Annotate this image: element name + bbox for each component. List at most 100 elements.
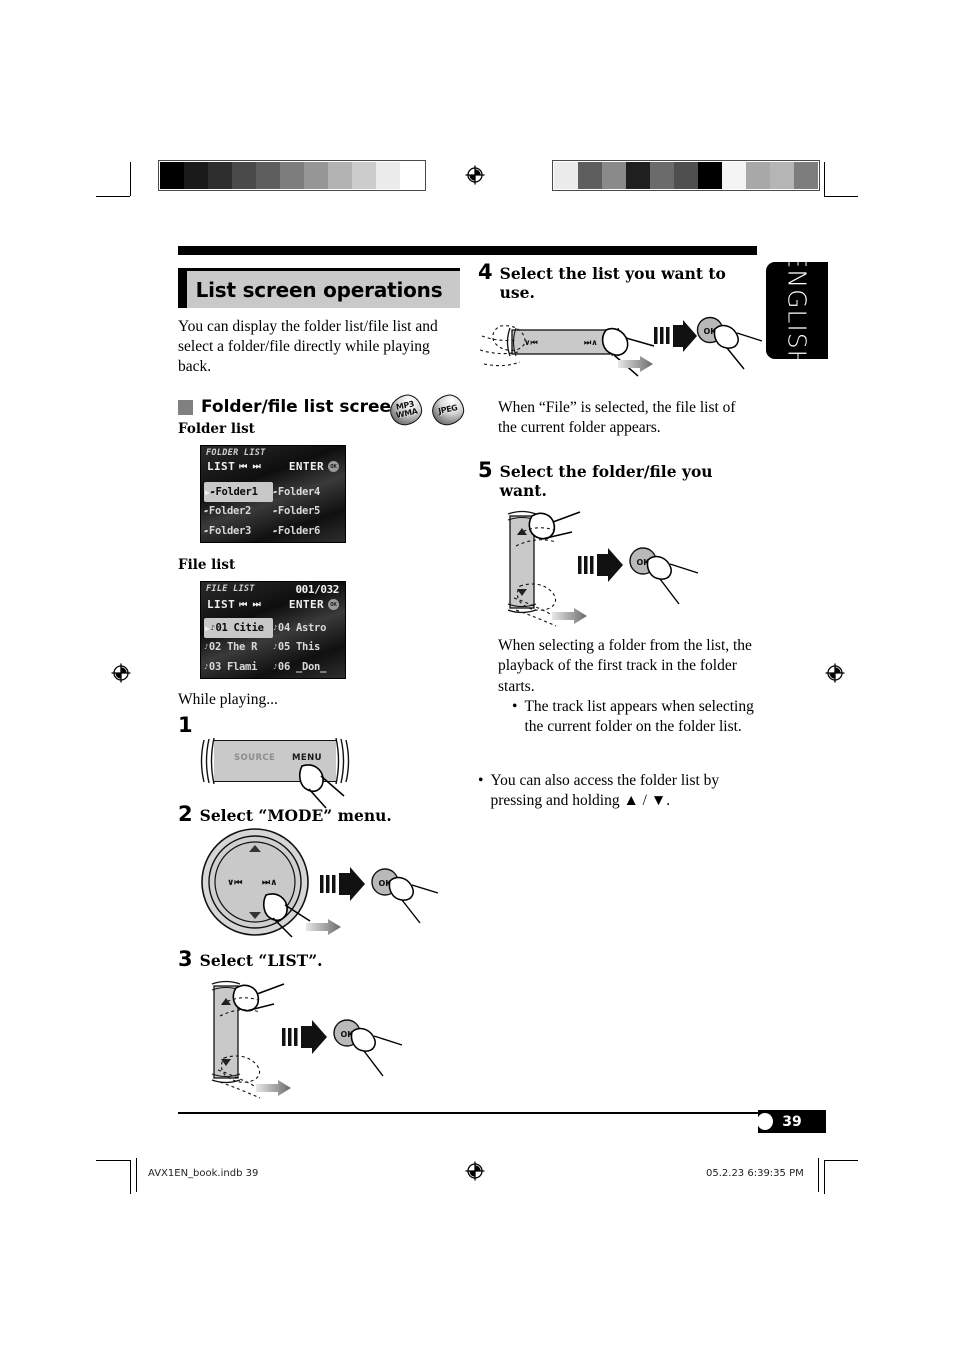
crop-mark	[824, 196, 858, 197]
list-label: LIST	[207, 598, 236, 612]
step-5-sub-bullet: • The track list appears when selecting …	[512, 697, 758, 737]
ok-button-icon[interactable]: OK	[368, 867, 444, 929]
crop-mark	[130, 1160, 131, 1194]
format-badges: MP3 WMA JPEG	[387, 392, 467, 429]
footer-filename: AVX1EN_book.indb 39	[148, 1168, 259, 1179]
motion-hand-outline	[479, 325, 526, 367]
calibration-swatch	[746, 162, 770, 189]
list-item[interactable]: ♪ 02 The R	[204, 638, 273, 657]
left-column: List screen operations You can display t…	[178, 268, 467, 1104]
step-number: 2	[178, 802, 193, 827]
list-item[interactable]: ♪ 06 _Don_	[273, 657, 342, 676]
bullet-text: The track list appears when selecting th…	[524, 697, 754, 735]
page-number-bar: 39	[757, 1110, 826, 1133]
step-caption: Select “LIST”.	[199, 951, 323, 971]
step-number: 4	[478, 260, 493, 284]
manual-page: List screen operations You can display t…	[0, 0, 954, 1351]
list-item[interactable]: ▰ Folder4	[273, 482, 342, 501]
ok-button-icon[interactable]: OK	[626, 546, 704, 610]
list-item[interactable]: ▰ Folder6	[273, 521, 342, 540]
ok-icon: OK	[328, 461, 339, 473]
calibration-swatch	[256, 162, 280, 189]
list-item[interactable]: ♪ 03 Flami	[204, 657, 273, 676]
calibration-swatch	[722, 162, 746, 189]
ok-button-icon[interactable]: OK	[694, 316, 766, 374]
proceed-arrow-icon	[282, 1020, 327, 1055]
faceplate-illustration: SOURCE MENU	[200, 738, 350, 809]
step-4-illustration: ∨⏮ ⏭∧ OK	[478, 306, 763, 384]
source-button-label: SOURCE	[234, 753, 276, 764]
enter-label: ENTER	[288, 598, 324, 612]
intro-text: You can display the folder list/file lis…	[178, 318, 438, 376]
calibration-swatch	[328, 162, 352, 189]
step-3-illustration: OK	[178, 974, 460, 1104]
bullet-text: You can also access the folder list by p…	[490, 771, 720, 810]
calibration-swatch	[376, 162, 400, 189]
step-number: 1	[178, 713, 193, 738]
language-tab: ENGLISH	[766, 252, 828, 369]
footer-rule	[136, 1158, 137, 1192]
step-1: 1	[178, 715, 460, 736]
calibration-swatch	[352, 162, 376, 189]
registration-mark	[824, 662, 846, 684]
crop-mark	[824, 1160, 825, 1194]
registration-mark	[464, 164, 486, 186]
gradient-arrow-icon	[256, 1080, 291, 1097]
list-item[interactable]: ♪ 04 Astro	[273, 618, 342, 637]
file-list-tag: FILE LIST	[206, 584, 255, 595]
right-column: 4 Select the list you want to use. ∨⏮ ⏭∧	[478, 260, 763, 811]
crop-mark	[824, 162, 825, 196]
footer-rule	[818, 1158, 819, 1192]
calibration-swatch	[554, 162, 578, 189]
list-item[interactable]: ▰ Folder5	[273, 502, 342, 521]
step-number: 3	[178, 947, 193, 972]
proceed-arrow-icon	[578, 548, 623, 583]
list-item[interactable]: ▶ ♪ 01 Citie	[204, 618, 273, 638]
list-label: LIST	[207, 460, 236, 474]
footer-timestamp: 05.2.23 6:39:35 PM	[706, 1168, 804, 1179]
while-playing-label: While playing...	[178, 691, 278, 709]
calibration-swatch	[770, 162, 794, 189]
step-4: 4 Select the list you want to use.	[478, 260, 758, 303]
registration-mark	[464, 1160, 486, 1182]
step-4-note: When “File” is selected, the file list o…	[498, 399, 736, 437]
calibration-swatch	[304, 162, 328, 189]
step-3: 3 Select “LIST”.	[178, 947, 460, 972]
gradient-arrow-icon	[618, 356, 653, 372]
calibration-swatch	[698, 162, 722, 189]
step-caption: Select the list you want to use.	[499, 264, 726, 302]
calibration-swatch	[400, 162, 424, 189]
calibration-swatch	[208, 162, 232, 189]
section-title-box: List screen operations	[178, 268, 460, 308]
svg-text:∨⏮: ∨⏮	[227, 878, 242, 888]
step-2-illustration: ∨⏮ ⏭∧ OK	[178, 827, 460, 939]
list-item[interactable]: ▰ Folder2	[204, 502, 273, 521]
list-item[interactable]: ▰ Folder3	[204, 521, 273, 540]
calibration-swatch	[674, 162, 698, 189]
calibration-swatch	[602, 162, 626, 189]
square-bullet-icon	[178, 399, 193, 415]
prev-next-icon: ⏮ ⏭	[239, 461, 261, 472]
top-rule	[178, 246, 757, 255]
calibration-swatch	[184, 162, 208, 189]
final-note: • You can also access the folder list by…	[478, 771, 758, 811]
list-item[interactable]: ▶ ▰ Folder1	[204, 482, 273, 502]
step-5: 5 Select the folder/file you want.	[478, 460, 758, 501]
crop-mark	[96, 1160, 130, 1161]
jpeg-badge: JPEG	[429, 392, 467, 429]
bottom-rule	[178, 1112, 758, 1114]
folder-list-tag: FOLDER LIST	[206, 448, 266, 459]
proceed-arrow-icon	[320, 867, 365, 902]
proceed-arrow-icon	[654, 320, 697, 352]
pointing-hand-icon	[298, 764, 345, 809]
ok-icon: OK	[328, 599, 339, 611]
step-caption: Select the folder/file you want.	[499, 462, 713, 501]
ok-button-icon[interactable]: OK	[330, 1018, 408, 1082]
registration-mark	[110, 662, 132, 684]
calibration-swatch	[626, 162, 650, 189]
gradient-arrow-icon	[306, 919, 341, 936]
calibration-swatch	[578, 162, 602, 189]
calibration-strip-right	[552, 160, 820, 191]
list-item[interactable]: ♪ 05 This	[273, 638, 342, 657]
mp3-wma-badge: MP3 WMA	[387, 392, 425, 429]
